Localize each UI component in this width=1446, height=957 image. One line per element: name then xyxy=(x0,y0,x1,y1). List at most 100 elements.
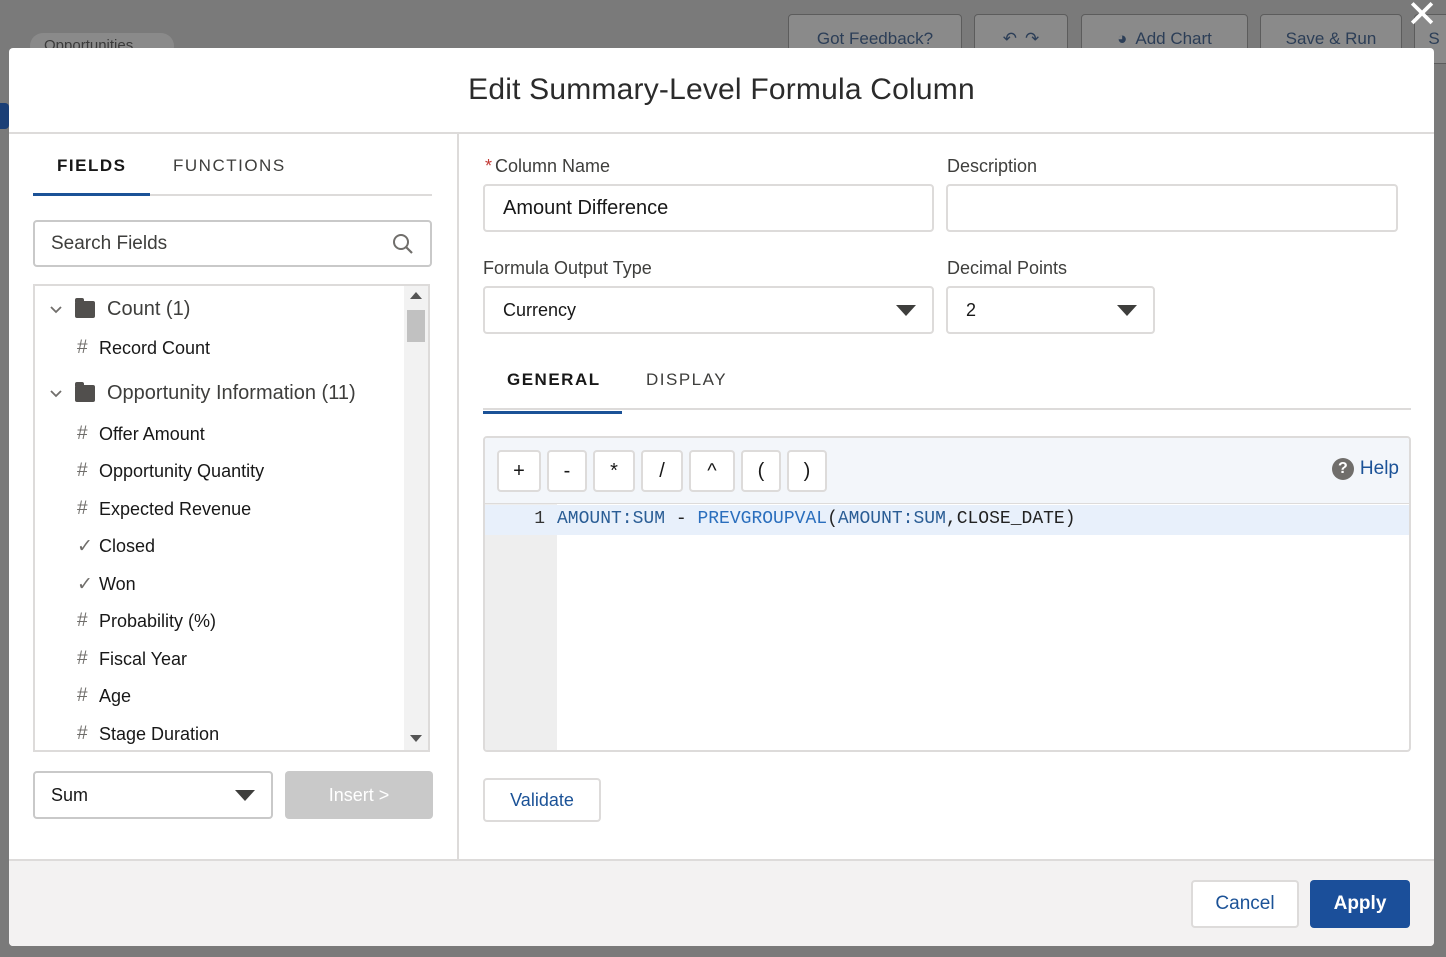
chevron-down-icon[interactable] xyxy=(49,298,63,321)
decimal-points-value: 2 xyxy=(966,299,977,320)
field-item[interactable]: # Probability (%) xyxy=(77,607,216,635)
field-label: Stage Duration xyxy=(99,723,220,744)
number-icon: # xyxy=(77,423,88,444)
formula-tabs: GENERAL DISPLAY xyxy=(483,352,1411,414)
formula-token: - xyxy=(665,509,698,529)
open-paren-button[interactable]: ( xyxy=(741,450,781,492)
got-feedback-label: Got Feedback? xyxy=(816,29,934,48)
field-item[interactable]: ✓ Closed xyxy=(77,532,155,560)
scroll-thumb[interactable] xyxy=(407,310,425,342)
code-line[interactable]: 1 AMOUNT:SUM - PREVGROUPVAL(AMOUNT:SUM,C… xyxy=(485,505,1409,535)
tab-general[interactable]: GENERAL xyxy=(483,352,622,414)
chart-icon: ◕ xyxy=(1117,29,1128,48)
field-label: Opportunity Quantity xyxy=(99,460,265,481)
tab-functions[interactable]: FUNCTIONS xyxy=(150,134,286,196)
required-asterisk: * xyxy=(485,156,493,176)
number-icon: # xyxy=(77,648,88,669)
output-type-value: Currency xyxy=(503,299,577,320)
validate-button[interactable]: Validate xyxy=(483,778,601,822)
field-label: Probability (%) xyxy=(99,610,217,631)
field-item[interactable]: # Offer Amount xyxy=(77,420,205,448)
field-label: Closed xyxy=(99,535,156,556)
operator-toolbar: + - * / ^ ( ) ? Help xyxy=(485,438,1409,504)
undo-icon[interactable]: ↶ xyxy=(1003,29,1017,49)
dropdown-arrow-icon xyxy=(235,789,255,801)
formula-token: ( xyxy=(827,509,838,529)
cancel-button[interactable]: Cancel xyxy=(1191,880,1299,928)
line-gutter xyxy=(485,504,557,750)
aggregate-value: Sum xyxy=(51,784,89,805)
formula-token: AMOUNT:SUM xyxy=(837,509,946,529)
field-item[interactable]: # Age xyxy=(77,682,131,710)
field-label: Fiscal Year xyxy=(99,648,188,669)
modal-body: FIELDS FUNCTIONS Count (1) # Record Coun… xyxy=(9,134,1434,859)
aggregate-select[interactable]: Sum xyxy=(33,771,273,819)
scroll-down-arrow-icon[interactable] xyxy=(410,735,422,742)
divide-button[interactable]: / xyxy=(641,450,683,492)
field-item[interactable]: # Stage Duration xyxy=(77,720,219,748)
search-fields-box xyxy=(33,220,432,267)
help-label: Help xyxy=(1359,458,1399,479)
dropdown-arrow-icon xyxy=(1117,304,1137,316)
group-count[interactable]: Count (1) xyxy=(49,294,190,324)
field-item[interactable]: # Expected Revenue xyxy=(77,495,251,523)
field-label: Offer Amount xyxy=(99,423,205,444)
help-link[interactable]: ? Help xyxy=(1331,458,1399,480)
formula-modal: Edit Summary-Level Formula Column FIELDS… xyxy=(9,48,1434,946)
number-icon: # xyxy=(77,685,88,706)
dropdown-arrow-icon xyxy=(896,304,916,316)
field-item[interactable]: ✓ Won xyxy=(77,570,136,598)
help-icon: ? xyxy=(1331,458,1354,480)
fields-panel: FIELDS FUNCTIONS Count (1) # Record Coun… xyxy=(9,134,459,859)
group-opportunity-information[interactable]: Opportunity Information (11) xyxy=(49,378,356,408)
field-label: Won xyxy=(99,573,136,594)
background-badge xyxy=(0,103,9,129)
formula-token: AMOUNT:SUM xyxy=(557,509,666,529)
chevron-down-icon[interactable] xyxy=(49,382,63,405)
field-item[interactable]: # Opportunity Quantity xyxy=(77,457,264,485)
close-icon[interactable]: ✕ xyxy=(1406,0,1438,34)
multiply-button[interactable]: * xyxy=(593,450,635,492)
checkbox-icon: ✓ xyxy=(77,535,93,557)
minus-button[interactable]: - xyxy=(547,450,587,492)
folder-icon xyxy=(75,381,95,402)
tab-fields[interactable]: FIELDS xyxy=(33,134,150,196)
decimal-points-label: Decimal Points xyxy=(947,258,1068,278)
tab-display[interactable]: DISPLAY xyxy=(622,352,727,414)
line-number: 1 xyxy=(534,509,545,529)
formula-editor[interactable]: + - * / ^ ( ) ? Help 1 AMOUNT:SUM - PREV… xyxy=(483,436,1411,752)
modal-title: Edit Summary-Level Formula Column xyxy=(468,73,975,106)
column-name-label-text: Column Name xyxy=(495,156,611,176)
search-fields-input[interactable] xyxy=(51,232,392,255)
decimal-points-select[interactable]: 2 xyxy=(946,286,1155,334)
close-paren-button[interactable]: ) xyxy=(787,450,827,492)
exponent-button[interactable]: ^ xyxy=(689,450,735,492)
folder-icon xyxy=(75,297,95,318)
output-type-select[interactable]: Currency xyxy=(483,286,934,334)
redo-icon[interactable]: ↷ xyxy=(1025,29,1039,49)
scroll-up-arrow-icon[interactable] xyxy=(410,292,422,299)
group-label: Count (1) xyxy=(107,297,191,320)
field-item[interactable]: # Fiscal Year xyxy=(77,645,187,673)
number-icon: # xyxy=(77,610,88,631)
number-icon: # xyxy=(77,337,88,358)
description-input[interactable] xyxy=(946,184,1398,232)
apply-button[interactable]: Apply xyxy=(1310,880,1410,928)
output-type-label: Formula Output Type xyxy=(483,258,652,278)
modal-header: Edit Summary-Level Formula Column xyxy=(9,48,1434,134)
formula-token: ,CLOSE_DATE) xyxy=(945,509,1076,529)
insert-button[interactable]: Insert > xyxy=(285,771,433,819)
formula-panel: *Column Name Description Formula Output … xyxy=(461,134,1434,859)
column-name-label: * Column Name xyxy=(485,156,610,177)
number-icon: # xyxy=(77,498,88,519)
field-label: Expected Revenue xyxy=(99,498,252,519)
field-label: Record Count xyxy=(99,337,211,358)
fields-tree: Count (1) # Record Count Opportunity Inf… xyxy=(33,284,430,752)
plus-button[interactable]: + xyxy=(497,450,541,492)
search-icon[interactable] xyxy=(392,233,414,255)
tree-scrollbar[interactable] xyxy=(404,286,428,750)
formula-code[interactable]: AMOUNT:SUM - PREVGROUPVAL(AMOUNT:SUM,CLO… xyxy=(557,509,1076,529)
column-name-input[interactable] xyxy=(483,184,934,232)
field-item[interactable]: # Record Count xyxy=(77,334,210,362)
save-run-label: Save & Run xyxy=(1285,29,1377,48)
